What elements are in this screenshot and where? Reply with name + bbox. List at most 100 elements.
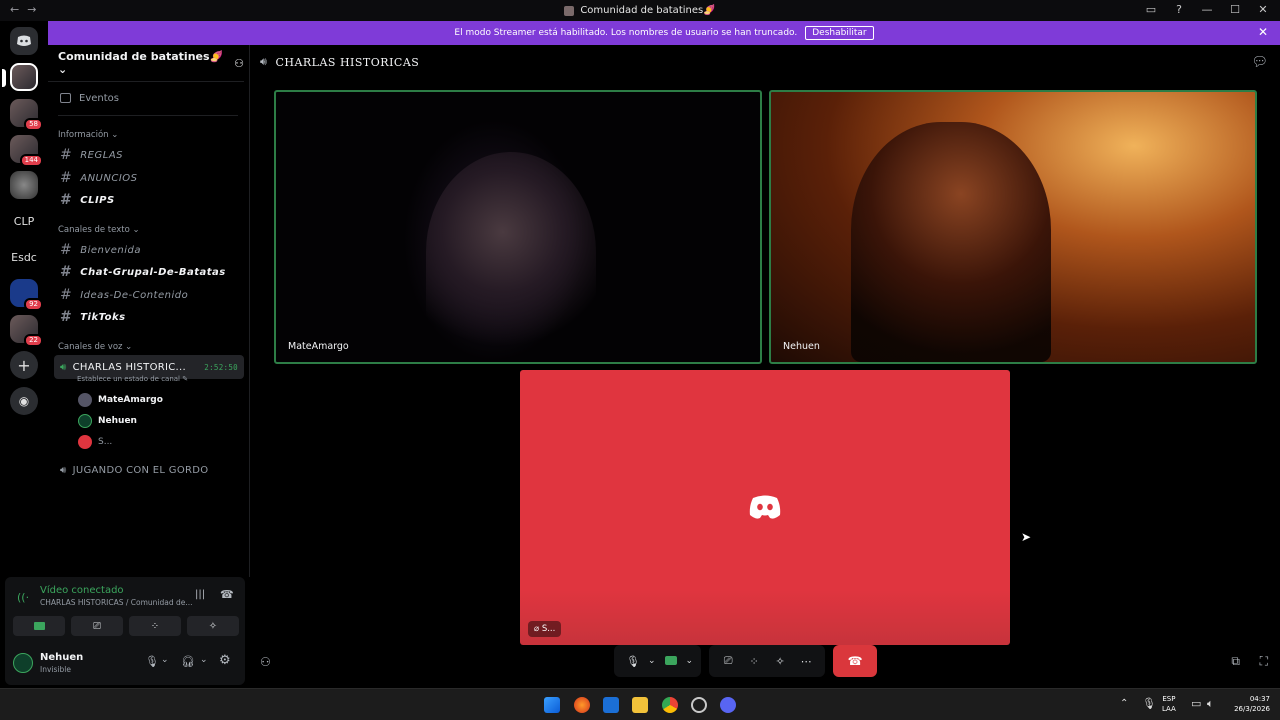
hash-icon: # bbox=[60, 192, 73, 208]
chrome-icon[interactable] bbox=[662, 697, 678, 713]
voice-user[interactable]: S... ⌀ bbox=[78, 433, 274, 451]
network-icon[interactable]: ▭ bbox=[1191, 697, 1201, 710]
channel-tiktoks[interactable]: # TikToks bbox=[60, 308, 256, 326]
video-feed bbox=[426, 152, 596, 352]
channel-ideas[interactable]: # Ideas-De-Contenido bbox=[60, 286, 256, 304]
microphone-icon[interactable]: 🎙︎ bbox=[1142, 697, 1156, 710]
chevron-down-icon[interactable]: ⌄ bbox=[648, 656, 656, 666]
hash-icon: # bbox=[60, 287, 73, 303]
disconnect-button[interactable]: ☎ bbox=[833, 645, 878, 677]
os-taskbar: ⌃ 🎙︎ ESP LAA ▭ 🔈︎ 04:37 26/3/2026 bbox=[0, 688, 1280, 720]
minimize-button[interactable]: — bbox=[1200, 3, 1214, 16]
connection-status[interactable]: Vídeo conectado bbox=[40, 585, 124, 596]
add-server-icon[interactable]: + bbox=[10, 351, 38, 379]
firefox-icon[interactable] bbox=[574, 697, 590, 713]
server-header[interactable]: Comunidad de batatines🍠 ⌄ ⚇ bbox=[58, 50, 244, 76]
soundboard-icon[interactable]: ✧ bbox=[769, 655, 791, 668]
volume-icon[interactable]: 🔈︎ bbox=[1207, 697, 1214, 711]
activities-button[interactable]: ⁘ bbox=[129, 616, 181, 636]
hash-icon: # bbox=[60, 264, 73, 280]
mic-control-group: 🎙︎ ⌄ ⌄ bbox=[614, 645, 702, 677]
invite-icon[interactable]: ⚇ bbox=[260, 655, 271, 669]
language-label: ESP bbox=[1162, 695, 1176, 703]
voice-user[interactable]: Nehuen bbox=[78, 412, 274, 430]
channel-label: CLIPS bbox=[80, 194, 115, 206]
activities-icon[interactable]: ⁘ bbox=[743, 655, 765, 668]
screen-share-icon: ⎚ bbox=[93, 620, 101, 632]
microphone-icon[interactable]: 🎙︎ bbox=[145, 655, 159, 668]
hash-icon: # bbox=[60, 309, 73, 325]
disable-streamer-button[interactable]: Deshabilitar bbox=[805, 26, 874, 40]
channel-label: Ideas-De-Contenido bbox=[80, 289, 189, 301]
chevron-down-icon[interactable]: ⌄ bbox=[686, 656, 694, 666]
chevron-down-icon[interactable]: ⌄ bbox=[161, 655, 169, 665]
store-icon[interactable] bbox=[603, 697, 619, 713]
share-control-group: ⎚ ⁘ ✧ ⋯ bbox=[709, 645, 826, 677]
camera-button[interactable] bbox=[13, 616, 65, 636]
app-icon[interactable] bbox=[691, 697, 707, 713]
video-feed bbox=[851, 122, 1051, 362]
video-tile[interactable]: MateAmargo bbox=[274, 90, 762, 364]
voice-channel-jugando[interactable]: 🔊︎ JUGANDO CON EL GORDO bbox=[54, 458, 244, 482]
microphone-icon[interactable]: 🎙︎ bbox=[622, 655, 644, 668]
channel-reglas[interactable]: # REGLAS bbox=[60, 146, 256, 164]
chat-bubble-icon[interactable]: 💬︎ bbox=[1251, 55, 1268, 70]
speaker-icon: 🔊︎ bbox=[260, 55, 268, 68]
discord-taskbar-icon[interactable] bbox=[720, 697, 736, 713]
date-label: 26/3/2026 bbox=[1234, 705, 1270, 713]
help-icon[interactable]: ? bbox=[1172, 3, 1186, 16]
set-channel-status[interactable]: Establece un estado de canal ✎ bbox=[77, 375, 273, 383]
discord-home-icon[interactable] bbox=[10, 27, 38, 55]
server-item[interactable]: Esdc bbox=[10, 243, 38, 271]
call-controls: 🎙︎ ⌄ ⌄ ⎚ ⁘ ✧ ⋯ ☎ bbox=[614, 644, 878, 678]
channel-chat-grupal[interactable]: # Chat-Grupal-De-Batatas bbox=[60, 263, 256, 281]
server-item[interactable] bbox=[10, 171, 38, 199]
inbox-icon[interactable]: ▭ bbox=[1144, 3, 1158, 16]
close-button[interactable]: ✕ bbox=[1256, 3, 1270, 16]
fullscreen-icon[interactable]: ⛶ bbox=[1260, 654, 1268, 669]
maximize-button[interactable]: ☐ bbox=[1228, 3, 1242, 16]
category-text[interactable]: Canales de texto ⌄ bbox=[58, 225, 254, 235]
soundboard-button[interactable]: ✧ bbox=[187, 616, 239, 636]
phone-hangup-icon: ☎ bbox=[847, 654, 863, 668]
server-item[interactable]: 92 bbox=[10, 279, 43, 311]
server-item[interactable] bbox=[2, 63, 38, 91]
server-item[interactable]: 144 bbox=[10, 135, 43, 167]
server-item[interactable]: 58 bbox=[10, 99, 43, 131]
channel-anuncios[interactable]: # ANUNCIOS bbox=[60, 169, 256, 187]
camera-icon[interactable] bbox=[660, 655, 682, 668]
screen-share-button[interactable]: ⎚ bbox=[71, 616, 123, 636]
video-tile-no-camera[interactable]: ⌀ S... bbox=[520, 370, 1010, 645]
server-item[interactable]: 22 bbox=[10, 315, 43, 347]
speaker-icon: 🔊︎ bbox=[60, 464, 67, 476]
settings-gear-icon[interactable]: ⚙ bbox=[219, 653, 231, 668]
file-explorer-icon[interactable] bbox=[632, 697, 648, 713]
unread-badge: 144 bbox=[19, 154, 43, 167]
discover-icon[interactable]: ◉ bbox=[10, 387, 38, 415]
events-item[interactable]: Eventos bbox=[60, 90, 256, 106]
clock[interactable]: 04:37 26/3/2026 bbox=[1234, 694, 1270, 714]
server-item[interactable]: CLP bbox=[10, 207, 38, 235]
events-label: Eventos bbox=[79, 92, 119, 104]
language-indicator[interactable]: ESP LAA bbox=[1162, 694, 1176, 714]
disconnect-icon[interactable]: ☎ bbox=[220, 588, 234, 601]
category-info[interactable]: Información ⌄ bbox=[58, 130, 254, 140]
noise-suppression-icon[interactable]: ||| bbox=[195, 589, 205, 600]
avatar[interactable] bbox=[13, 653, 33, 673]
tray-chevron-icon[interactable]: ⌃ bbox=[1120, 698, 1128, 709]
channel-bienvenida[interactable]: # Bienvenida bbox=[60, 241, 256, 259]
voice-user[interactable]: MateAmargo bbox=[78, 391, 274, 409]
close-icon[interactable]: ✕ bbox=[1258, 25, 1268, 39]
speaker-icon: 🔊︎ bbox=[60, 361, 67, 373]
start-icon[interactable] bbox=[544, 697, 560, 713]
chevron-down-icon[interactable]: ⌄ bbox=[200, 655, 208, 665]
video-tile[interactable]: Nehuen bbox=[769, 90, 1257, 364]
channel-clips[interactable]: # CLIPS bbox=[60, 191, 256, 209]
category-voice[interactable]: Canales de voz ⌄ bbox=[58, 342, 254, 352]
popout-icon[interactable]: ⧉ bbox=[1231, 654, 1240, 669]
nav-arrows[interactable]: ←→ bbox=[10, 3, 44, 16]
invite-icon[interactable]: ⚇ bbox=[234, 57, 244, 70]
more-options-icon[interactable]: ⋯ bbox=[795, 655, 817, 668]
headphones-icon[interactable]: 🎧︎ bbox=[181, 655, 195, 668]
screen-share-icon[interactable]: ⎚ bbox=[717, 654, 739, 668]
